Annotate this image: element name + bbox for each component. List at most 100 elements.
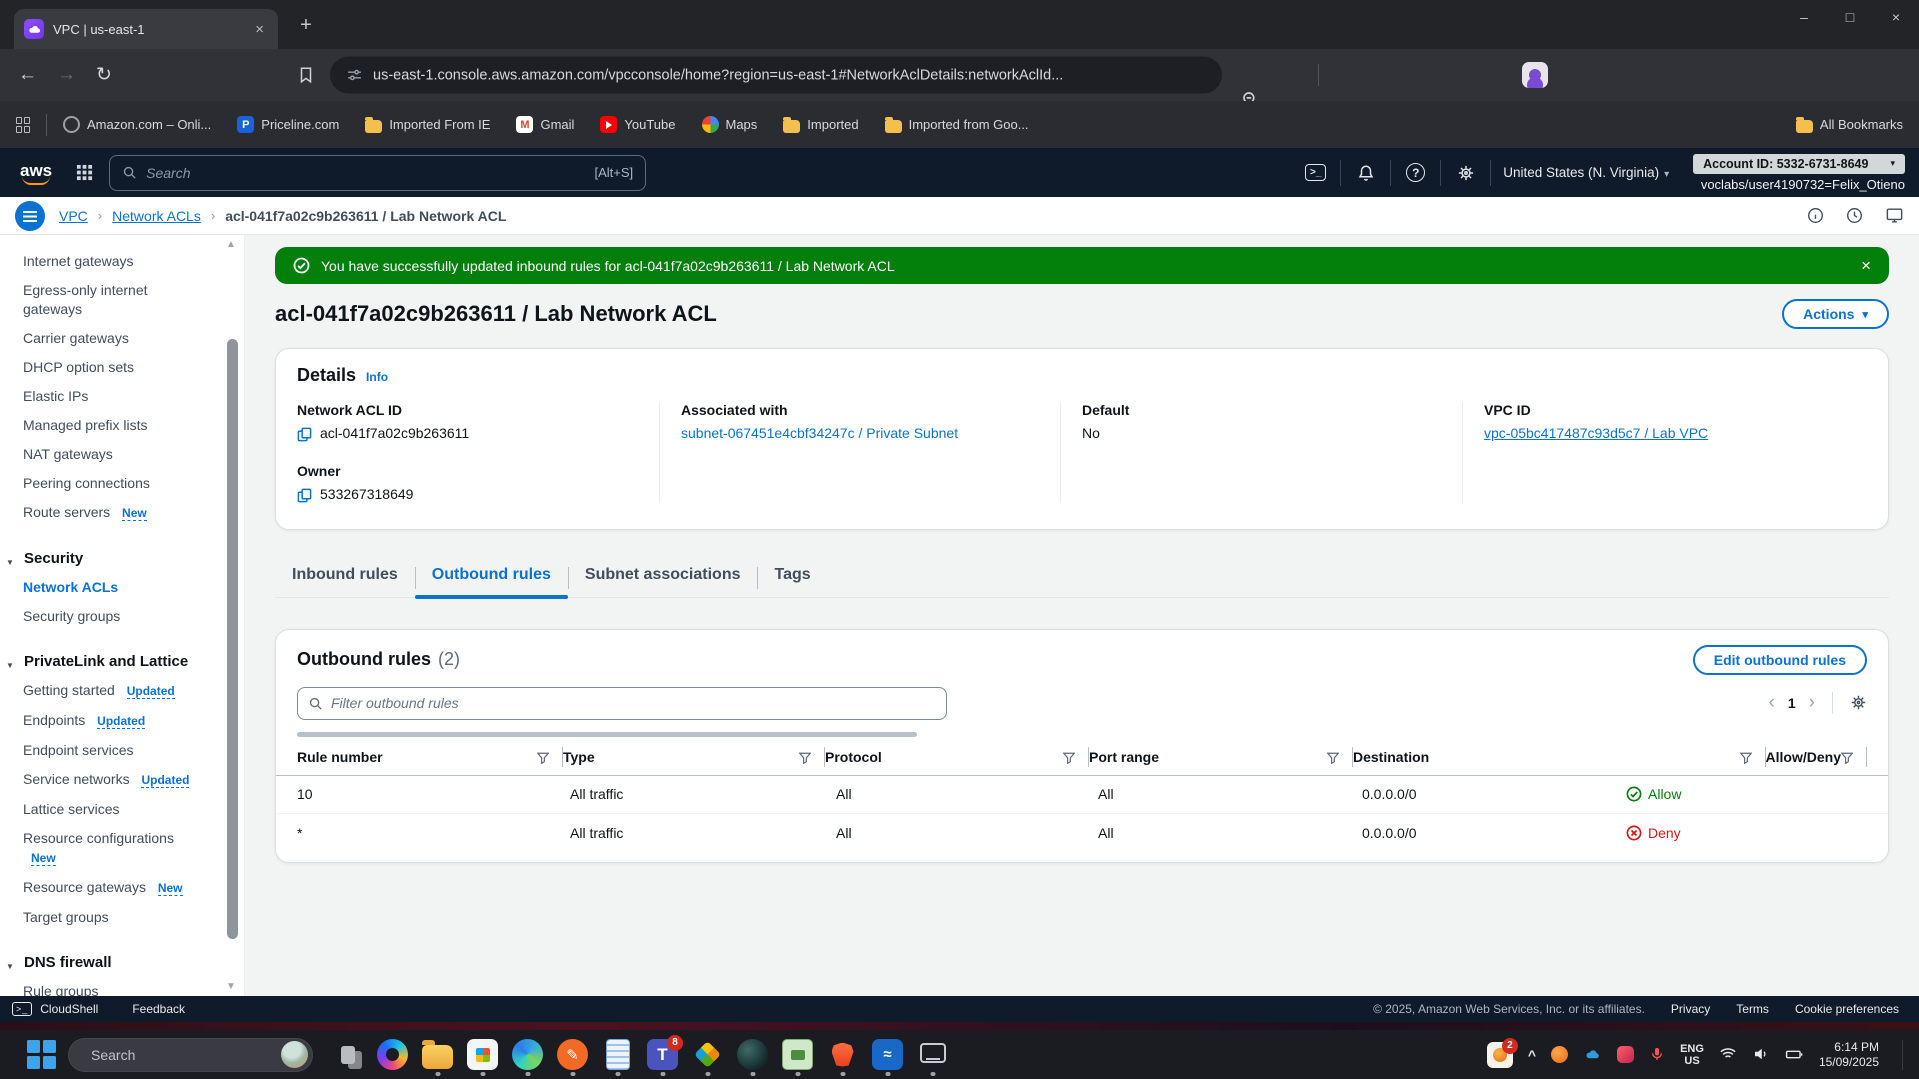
- sidebar-item[interactable]: Network ACLs: [0, 573, 244, 602]
- help-icon[interactable]: ?: [1391, 159, 1440, 187]
- window-close-button[interactable]: ×: [1873, 0, 1919, 34]
- cloudshell-icon[interactable]: >_: [1291, 159, 1340, 187]
- microsoft-365-icon[interactable]: [370, 1032, 415, 1078]
- sidebar-item[interactable]: DHCP option sets: [0, 353, 244, 382]
- feature-badge[interactable]: New: [158, 881, 183, 896]
- feature-badge[interactable]: New: [122, 506, 147, 521]
- copy-icon[interactable]: [297, 486, 312, 503]
- cookie-preferences-link[interactable]: Cookie preferences: [1795, 1002, 1899, 1016]
- stamp-app-icon[interactable]: [775, 1032, 820, 1078]
- breadcrumb-vpc-link[interactable]: VPC: [59, 208, 88, 224]
- notifications-bell-icon[interactable]: [1341, 159, 1390, 187]
- aws-search-box[interactable]: [Alt+S]: [109, 155, 646, 191]
- bookmark-item[interactable]: P Priceline.com: [237, 116, 339, 133]
- feature-badge[interactable]: Updated: [141, 773, 189, 788]
- associated-subnet-link[interactable]: subnet-067451e4cbf34247c / Private Subne…: [681, 425, 958, 441]
- region-selector[interactable]: United States (N. Virginia)▾: [1503, 165, 1669, 180]
- actions-button[interactable]: Actions▾: [1782, 299, 1889, 329]
- history-icon[interactable]: [1846, 207, 1863, 225]
- table-row[interactable]: 10 All traffic All All 0.0.0.0/0 Allow: [276, 776, 1888, 814]
- filter-funnel-icon[interactable]: [537, 749, 549, 765]
- battery-icon[interactable]: [1785, 1045, 1804, 1064]
- tab-item[interactable]: Subnet associations: [568, 557, 758, 597]
- sidebar-item[interactable]: Getting started Updated: [0, 676, 244, 706]
- next-page-icon[interactable]: ›: [1809, 692, 1815, 714]
- file-explorer-icon[interactable]: [415, 1032, 460, 1078]
- search-highlight-image[interactable]: [281, 1041, 308, 1068]
- aws-search-input[interactable]: [146, 165, 585, 181]
- banner-close-icon[interactable]: ×: [1861, 256, 1871, 276]
- previous-page-icon[interactable]: ‹: [1769, 692, 1775, 714]
- notification-app-icon[interactable]: 2: [1487, 1042, 1513, 1068]
- bookmark-item[interactable]: M Gmail: [516, 116, 574, 133]
- photos-app-icon[interactable]: [730, 1032, 775, 1078]
- sidebar-item[interactable]: Service networks Updated: [0, 765, 244, 795]
- tab-item[interactable]: Inbound rules: [275, 557, 415, 597]
- new-tab-button[interactable]: +: [292, 14, 320, 37]
- reload-button[interactable]: ↻: [96, 64, 112, 87]
- page-number[interactable]: 1: [1788, 695, 1796, 711]
- copy-icon[interactable]: [297, 425, 312, 442]
- services-grid-icon[interactable]: [76, 164, 93, 182]
- filter-funnel-icon[interactable]: [1740, 749, 1752, 765]
- table-settings-gear-icon[interactable]: [1850, 694, 1867, 712]
- sidebar-item[interactable]: Elastic IPs: [0, 382, 244, 411]
- all-bookmarks-button[interactable]: All Bookmarks: [1796, 117, 1903, 133]
- tray-app-orange-icon[interactable]: [1551, 1046, 1568, 1063]
- sidebar-item[interactable]: Rule groups: [0, 977, 244, 996]
- sidebar-item[interactable]: Security groups: [0, 602, 244, 631]
- sidebar-item[interactable]: DNS firewall: [0, 948, 244, 977]
- info-panel-icon[interactable]: [1807, 207, 1824, 225]
- filter-box[interactable]: [297, 687, 947, 720]
- cloudshell-button[interactable]: >_ CloudShell: [12, 1002, 98, 1016]
- sidebar-item[interactable]: Lattice services: [0, 795, 244, 824]
- tab-close-icon[interactable]: ×: [251, 21, 268, 38]
- table-horizontal-scrollbar[interactable]: [297, 732, 917, 737]
- sidebar-item[interactable]: NAT gateways: [0, 440, 244, 469]
- bookmark-item[interactable]: Maps: [702, 116, 758, 133]
- profile-avatar[interactable]: [1522, 62, 1548, 88]
- account-id-menu[interactable]: Account ID: 5332-6731-8649▾: [1693, 154, 1905, 174]
- edge-icon[interactable]: [505, 1032, 550, 1078]
- url-text[interactable]: us-east-1.console.aws.amazon.com/vpccons…: [373, 67, 1063, 83]
- sidebar-item[interactable]: Security: [0, 544, 244, 573]
- taskbar-search[interactable]: [68, 1038, 313, 1072]
- sidebar-item[interactable]: Endpoints Updated: [0, 706, 244, 736]
- teams-icon[interactable]: T 8: [640, 1032, 685, 1078]
- side-nav-toggle[interactable]: [15, 201, 45, 231]
- forward-button[interactable]: →: [57, 64, 76, 86]
- filter-funnel-icon[interactable]: [1327, 749, 1339, 765]
- aws-logo[interactable]: aws: [14, 161, 62, 185]
- bookmark-item[interactable]: Imported: [783, 117, 858, 133]
- column-header[interactable]: Destination: [1353, 747, 1766, 767]
- start-button[interactable]: [24, 1038, 58, 1072]
- show-desktop-handle[interactable]: [1902, 1040, 1903, 1070]
- feature-badge[interactable]: New: [31, 851, 56, 866]
- tab-item[interactable]: Outbound rules: [415, 557, 568, 597]
- sidebar-item[interactable]: Peering connections: [0, 469, 244, 498]
- window-minimize-button[interactable]: –: [1781, 0, 1827, 34]
- site-settings-icon[interactable]: [346, 67, 363, 84]
- edit-outbound-rules-button[interactable]: Edit outbound rules: [1693, 645, 1867, 675]
- filter-funnel-icon[interactable]: [1841, 749, 1853, 765]
- notepad-icon[interactable]: [595, 1032, 640, 1078]
- column-header[interactable]: Type: [563, 747, 825, 767]
- remote-desktop-icon[interactable]: [910, 1032, 955, 1078]
- scroll-down-icon[interactable]: ▼: [226, 981, 236, 992]
- hidden-icons-chevron[interactable]: ^: [1528, 1047, 1536, 1063]
- table-row[interactable]: * All traffic All All 0.0.0.0/0 Deny: [276, 814, 1888, 852]
- sidebar-item[interactable]: Carrier gateways: [0, 324, 244, 353]
- language-indicator[interactable]: ENGUS: [1680, 1043, 1704, 1067]
- bookmark-item[interactable]: YouTube: [600, 116, 675, 133]
- feature-badge[interactable]: Updated: [97, 714, 145, 729]
- apps-grid-icon[interactable]: [16, 117, 32, 133]
- filter-funnel-icon[interactable]: [1063, 749, 1075, 765]
- copy-tool-icon[interactable]: [325, 1032, 370, 1078]
- sidebar-item[interactable]: Resource gateways New: [0, 873, 244, 903]
- sidebar-item[interactable]: Internet gateways: [0, 247, 244, 276]
- feedback-link[interactable]: Feedback: [132, 1002, 185, 1016]
- movies-app-icon[interactable]: ≈: [865, 1032, 910, 1078]
- filter-funnel-icon[interactable]: [799, 749, 811, 765]
- column-header[interactable]: Allow/Deny: [1766, 747, 1867, 767]
- window-maximize-button[interactable]: □: [1827, 0, 1873, 34]
